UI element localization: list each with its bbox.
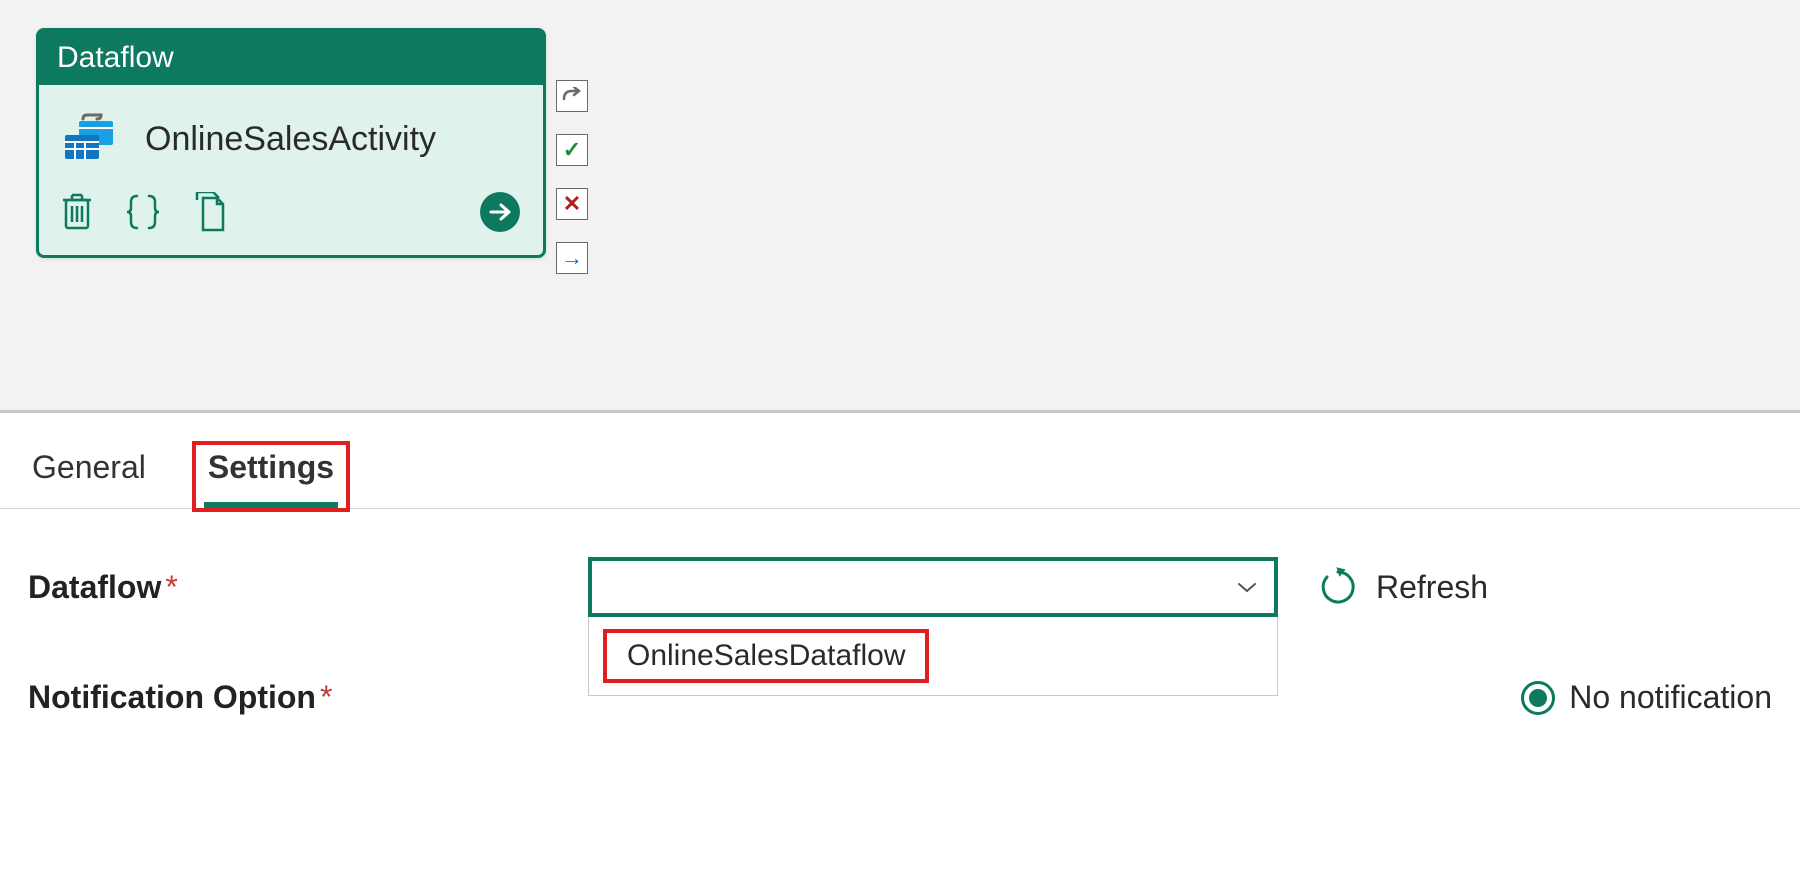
dataflow-icon	[61, 113, 123, 165]
tab-settings[interactable]: Settings	[204, 445, 338, 508]
redo-handle[interactable]	[556, 80, 588, 112]
dataflow-dropdown-list: OnlineSalesDataflow	[588, 617, 1278, 696]
dataflow-activity-card[interactable]: Dataflow OnlineSalesActivity	[36, 28, 546, 258]
radio-icon	[1521, 681, 1555, 715]
required-star: *	[320, 679, 332, 715]
notification-label: Notification Option*	[28, 679, 588, 716]
activity-name: OnlineSalesActivity	[145, 120, 436, 159]
refresh-button[interactable]: Refresh	[1318, 567, 1488, 607]
chevron-down-icon	[1236, 580, 1258, 594]
completion-handle[interactable]: →	[556, 242, 588, 274]
dataflow-dropdown[interactable]	[588, 557, 1278, 617]
dataflow-label: Dataflow*	[28, 569, 588, 606]
proceed-arrow-icon[interactable]	[479, 191, 521, 233]
dataflow-row: Dataflow* OnlineSalesDataflow	[28, 557, 1772, 617]
no-notification-label: No notification	[1569, 679, 1772, 716]
tab-general[interactable]: General	[28, 445, 150, 508]
code-braces-icon[interactable]	[123, 192, 163, 232]
properties-tabs: General Settings	[0, 413, 1800, 509]
settings-highlight-box: Settings	[192, 441, 350, 512]
dataflow-option-onlinesalesdataflow[interactable]: OnlineSalesDataflow	[617, 635, 915, 677]
option-highlight-box: OnlineSalesDataflow	[603, 629, 929, 683]
copy-icon[interactable]	[193, 192, 229, 232]
activity-side-handles: ✓ ✕ →	[556, 80, 588, 274]
canvas-area[interactable]: Dataflow OnlineSalesActivity	[0, 0, 1800, 410]
settings-panel: Dataflow* OnlineSalesDataflow	[0, 509, 1800, 736]
refresh-icon	[1318, 567, 1358, 607]
failure-handle[interactable]: ✕	[556, 188, 588, 220]
no-notification-radio[interactable]: No notification	[1521, 679, 1772, 716]
dataflow-dropdown-container: OnlineSalesDataflow	[588, 557, 1278, 617]
refresh-label: Refresh	[1376, 569, 1488, 606]
activity-type-header: Dataflow	[39, 31, 543, 85]
required-star: *	[165, 569, 177, 605]
delete-icon[interactable]	[61, 192, 93, 232]
success-handle[interactable]: ✓	[556, 134, 588, 166]
